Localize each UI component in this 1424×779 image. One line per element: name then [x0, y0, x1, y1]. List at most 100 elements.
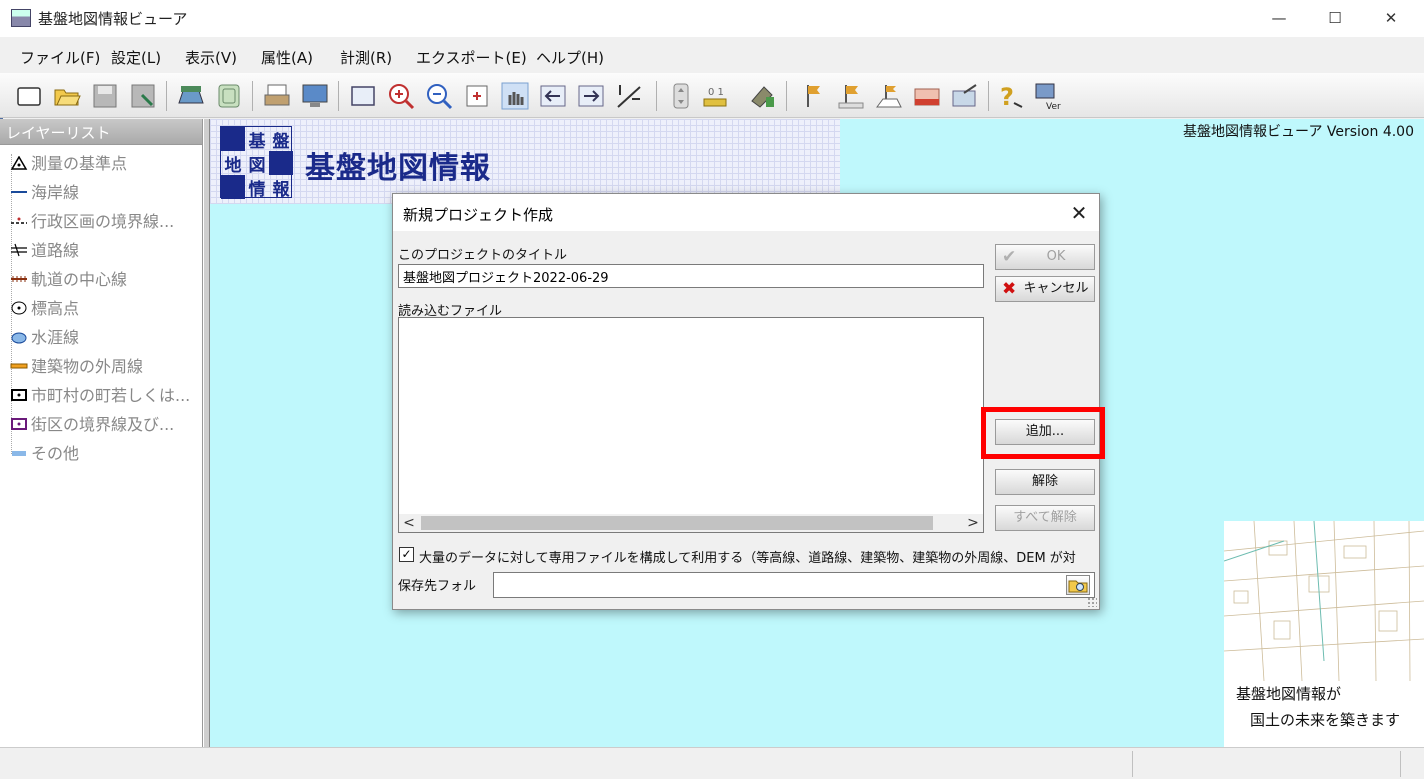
layer-item-town-boundary[interactable]: 市町村の町若しくは...: [10, 382, 190, 406]
scroll-thumb[interactable]: [421, 516, 933, 530]
horizontal-scrollbar[interactable]: < >: [399, 514, 983, 532]
logo-char: 地: [224, 155, 242, 176]
elevation-point-icon: [10, 300, 28, 315]
layer-item-waterline[interactable]: 水涯線: [10, 324, 79, 348]
back-icon[interactable]: [538, 81, 568, 111]
menu-file[interactable]: ファイル(F): [20, 47, 100, 68]
flag-up-icon[interactable]: [836, 81, 866, 111]
dialog-title-bar: 新規プロジェクト作成 ✕: [393, 194, 1099, 231]
layer-item-coastline[interactable]: 海岸線: [10, 179, 79, 203]
file-list[interactable]: < >: [398, 317, 984, 533]
scale-icon[interactable]: [614, 81, 644, 111]
logo: 基 盤 地 図 情 報: [220, 126, 293, 200]
remove-all-button[interactable]: すべて解除: [995, 505, 1095, 531]
toolbar: 0 1 ? Ver: [0, 73, 1424, 118]
select-rect-icon[interactable]: [348, 81, 378, 111]
panel-splitter[interactable]: [203, 119, 210, 747]
town-boundary-icon: [10, 387, 28, 401]
display-icon[interactable]: [300, 81, 330, 111]
waterline-icon: [10, 329, 28, 344]
layer-icon[interactable]: [176, 81, 206, 111]
layer-item-admin-boundary[interactable]: 行政区画の境界線...: [10, 208, 174, 232]
save-icon[interactable]: [90, 81, 120, 111]
forward-icon[interactable]: [576, 81, 606, 111]
menu-export[interactable]: エクスポート(E): [416, 47, 527, 68]
banner: 基 盤 地 図 情 報 基盤地図情報: [210, 119, 840, 204]
layer-item-label: 市町村の町若しくは...: [31, 386, 191, 405]
ok-button[interactable]: ✔ OK: [995, 244, 1095, 270]
scroll-left-button[interactable]: <: [399, 514, 419, 532]
layer-item-block-boundary[interactable]: 街区の境界線及び...: [10, 411, 174, 435]
flag-icon[interactable]: [798, 81, 828, 111]
version-icon[interactable]: Ver: [1032, 81, 1062, 111]
new-file-icon[interactable]: [14, 81, 44, 111]
open-folder-icon[interactable]: [52, 81, 82, 111]
layer-item-railway[interactable]: 軌道の中心線: [10, 266, 127, 290]
dedicated-file-checkbox[interactable]: ✓: [399, 547, 414, 562]
banner-title: 基盤地図情報: [305, 151, 491, 186]
save-folder-label: 保存先フォル: [398, 579, 477, 594]
height-icon[interactable]: [666, 81, 696, 111]
survey-point-icon: [10, 155, 28, 170]
zoom-out-icon[interactable]: [424, 81, 454, 111]
menu-bar: ファイル(F) 設定(L) 表示(V) 属性(A) 計測(R) エクスポート(E…: [0, 37, 1424, 73]
promo-inset: 基盤地図情報が 国土の未来を築きます: [1224, 521, 1424, 747]
menu-help[interactable]: ヘルプ(H): [536, 47, 604, 68]
zoom-box-icon[interactable]: [462, 81, 492, 111]
layer-item-elevation-point[interactable]: 標高点: [10, 295, 79, 319]
new-project-dialog: 新規プロジェクト作成 ✕ このプロジェクトのタイトル 基盤地図プロジェクト202…: [392, 193, 1105, 610]
layer-list-header: レイヤーリスト: [0, 119, 202, 145]
close-button[interactable]: ✕: [1362, 0, 1420, 37]
layer-item-other[interactable]: その他: [10, 440, 79, 464]
resize-grip[interactable]: [1087, 597, 1097, 607]
logo-cell: [221, 127, 245, 151]
layer-item-survey-point[interactable]: 測量の基準点: [10, 150, 127, 174]
remove-button[interactable]: 解除: [995, 469, 1095, 495]
inset-caption-line1: 基盤地図情報が: [1236, 685, 1342, 703]
browse-folder-button[interactable]: [1066, 575, 1090, 595]
scroll-right-button[interactable]: >: [963, 514, 983, 532]
logo-char: 報: [272, 179, 290, 200]
building-icon: [10, 358, 28, 372]
app-icon: [11, 9, 31, 27]
project-title-input[interactable]: 基盤地図プロジェクト2022-06-29: [398, 264, 984, 288]
cancel-button[interactable]: ✖ キャンセル: [995, 276, 1095, 302]
status-bar: [0, 747, 1424, 779]
menu-settings[interactable]: 設定(L): [111, 47, 161, 68]
dedicated-file-checkbox-label: 大量のデータに対して専用ファイルを構成して利用する（等高線、道路線、建築物、建築…: [419, 551, 1076, 566]
export-shape-icon[interactable]: [912, 81, 942, 111]
menu-measure[interactable]: 計測(R): [340, 47, 392, 68]
logo-cell: [221, 175, 245, 199]
layer-list-panel: レイヤーリスト 測量の基準点 海岸線 行政区画の境界線... 道路線 軌道の中心…: [0, 119, 203, 747]
help-icon[interactable]: ?: [996, 81, 1026, 111]
layer-item-label: 道路線: [31, 241, 80, 260]
attribute-icon[interactable]: [748, 81, 778, 111]
dialog-close-button[interactable]: ✕: [1065, 199, 1093, 227]
menu-attribute[interactable]: 属性(A): [261, 47, 313, 68]
block-boundary-icon: [10, 416, 28, 430]
layer-item-building[interactable]: 建築物の外周線: [10, 353, 143, 377]
toolbar-separator: [252, 81, 253, 111]
print-icon[interactable]: [262, 81, 292, 111]
zoom-in-icon[interactable]: [386, 81, 416, 111]
export-file-icon[interactable]: [950, 81, 980, 111]
layer-item-road[interactable]: 道路線: [10, 237, 79, 261]
maximize-button[interactable]: ☐: [1306, 0, 1364, 37]
other-icon: [10, 445, 28, 459]
flag-home-icon[interactable]: [874, 81, 904, 111]
map-icon[interactable]: [214, 81, 244, 111]
minimize-button[interactable]: —: [1250, 0, 1308, 37]
save-as-icon[interactable]: [128, 81, 158, 111]
layer-item-label: 行政区画の境界線...: [31, 212, 175, 231]
layer-item-label: 海岸線: [31, 183, 80, 202]
save-folder-input[interactable]: [493, 572, 1095, 598]
railway-icon: [10, 271, 28, 285]
measure-icon[interactable]: 0 1: [700, 81, 730, 111]
admin-boundary-icon: [10, 213, 28, 227]
coastline-icon: [10, 184, 28, 198]
toolbar-separator: [786, 81, 787, 111]
menu-view[interactable]: 表示(V): [185, 47, 237, 68]
road-icon: [10, 242, 28, 257]
dialog-title: 新規プロジェクト作成: [403, 206, 554, 224]
pan-hand-icon[interactable]: [500, 81, 530, 111]
